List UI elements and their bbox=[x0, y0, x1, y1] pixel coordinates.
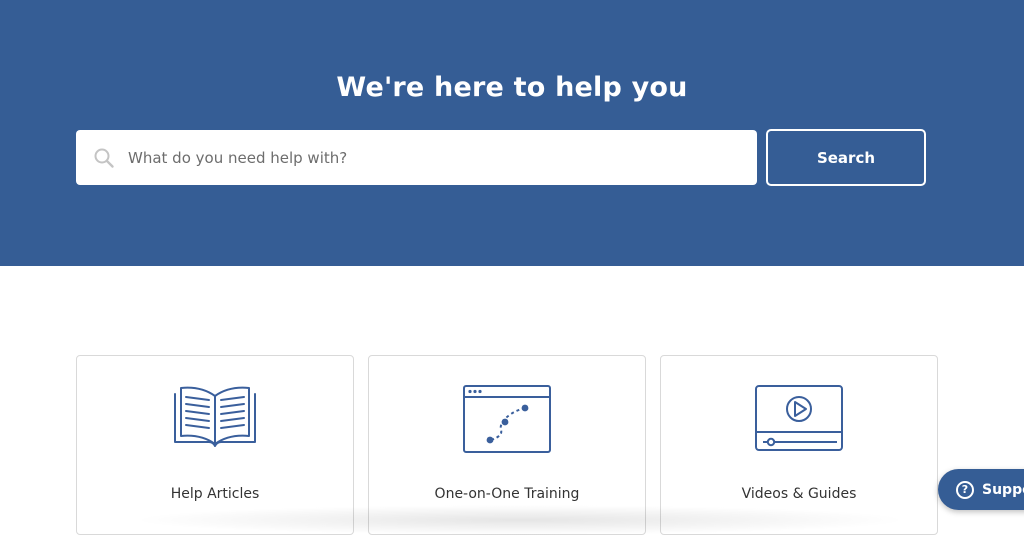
open-book-icon bbox=[77, 384, 353, 452]
hero-banner: We're here to help you Search bbox=[0, 0, 1024, 266]
search-icon bbox=[93, 147, 115, 169]
support-button[interactable]: ? Support bbox=[938, 469, 1024, 510]
card-label: Help Articles bbox=[170, 486, 260, 502]
card-label: Videos & Guides bbox=[741, 486, 857, 502]
support-label: Support bbox=[982, 481, 1024, 498]
video-player-icon bbox=[661, 384, 937, 452]
browser-path-icon bbox=[369, 384, 645, 453]
question-circle-icon: ? bbox=[956, 480, 974, 499]
card-label: One-on-One Training bbox=[434, 486, 580, 502]
card-videos-guides[interactable]: Videos & Guides bbox=[660, 355, 938, 535]
search-button[interactable]: Search bbox=[766, 129, 926, 186]
search-input[interactable] bbox=[124, 130, 744, 185]
page-title: We're here to help you bbox=[336, 72, 688, 103]
card-help-articles[interactable]: Help Articles bbox=[76, 355, 354, 535]
card-one-on-one-training[interactable]: One-on-One Training bbox=[368, 355, 646, 535]
search-box[interactable] bbox=[76, 130, 757, 185]
